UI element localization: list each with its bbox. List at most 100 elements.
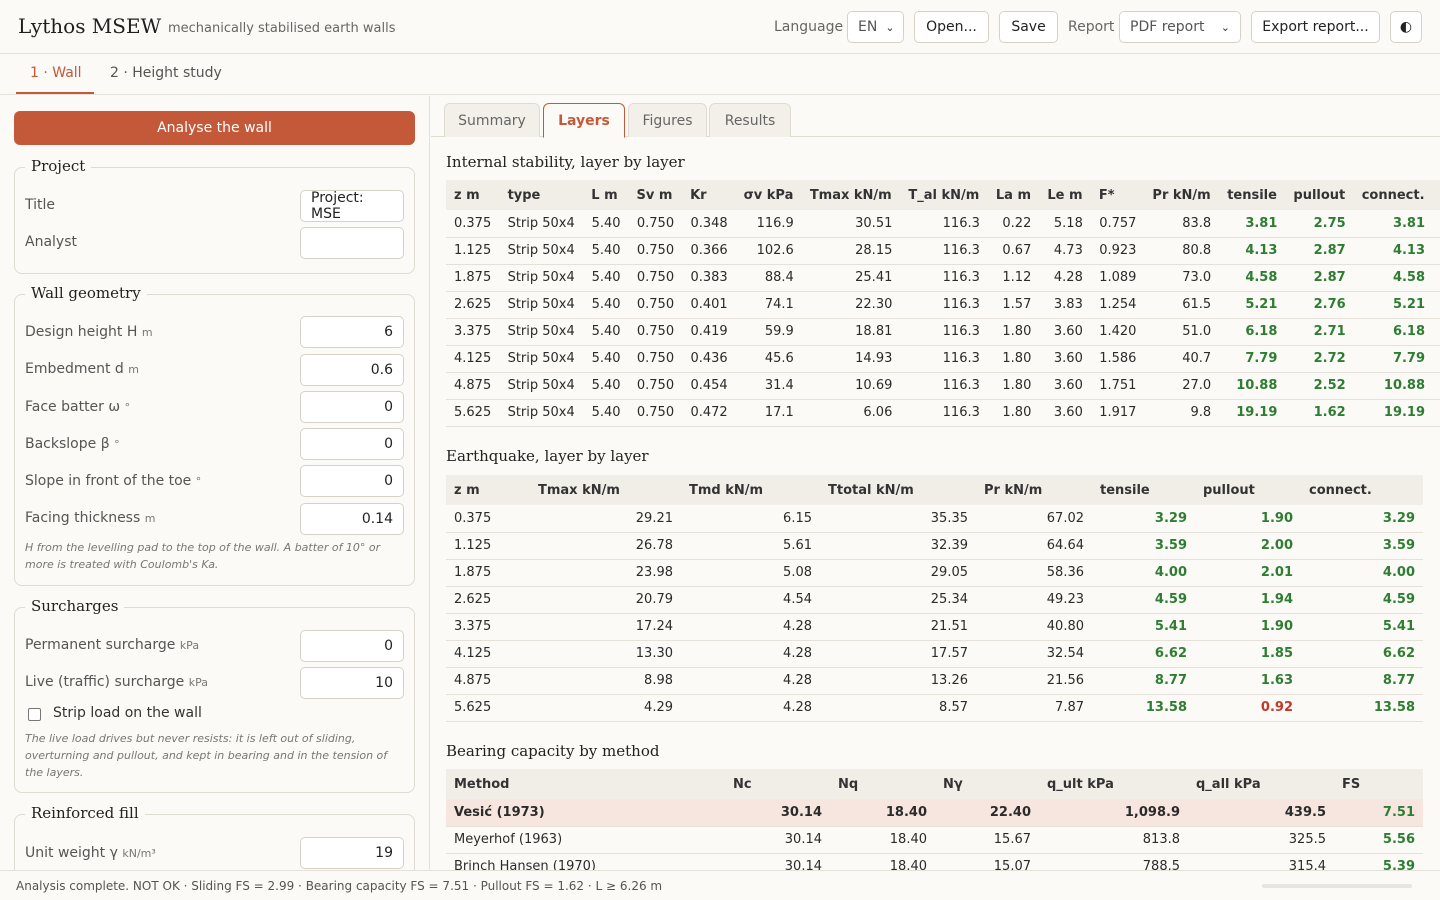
- tab-height-study[interactable]: 2 · Height study: [110, 65, 222, 81]
- table-cell: 21.51: [820, 613, 976, 641]
- main-tabs: 1 · Wall 2 · Height study: [0, 55, 1440, 95]
- active-tab-indicator: [16, 92, 94, 94]
- table-cell: 5.39: [1334, 853, 1423, 870]
- col-type: type: [499, 180, 584, 210]
- table-cell: 1.420: [1090, 318, 1145, 346]
- table-cell: 4.28: [681, 640, 820, 668]
- table-cell: 67.02: [976, 505, 1092, 533]
- col-tmax: Tmax kN/m: [530, 475, 681, 505]
- table-cell: 13.58: [1301, 694, 1423, 722]
- col-pullout: pullout: [1195, 475, 1301, 505]
- table-cell: 4.54: [681, 586, 820, 614]
- table-cell: 5.40: [583, 210, 629, 238]
- table-cell: 30.14: [725, 826, 830, 854]
- tab-summary[interactable]: Summary: [444, 103, 540, 137]
- results-panel: Summary Layers Figures Results Internal …: [431, 96, 1440, 870]
- table-cell: 29.21: [530, 505, 681, 533]
- col-pullout: pullout: [1285, 180, 1354, 210]
- table-cell: Brinch Hansen (1970): [446, 853, 725, 870]
- table-row: 2.625 20.79 4.54 25.34 49.23 4.59 1.94 4.59: [446, 586, 1423, 614]
- table-cell: 17.57: [820, 640, 976, 668]
- table-cell: 5.40: [583, 345, 629, 373]
- col-le: Le m: [1039, 180, 1091, 210]
- language-select[interactable]: EN ⌄: [847, 11, 904, 43]
- table-cell: 0.750: [628, 210, 683, 238]
- table-cell: 19.19: [1353, 399, 1434, 427]
- horizontal-scrollbar[interactable]: [1262, 884, 1412, 888]
- title-input[interactable]: Project: MSE: [300, 190, 404, 222]
- input-panel: Analyse the wall Project Title Project: …: [0, 96, 430, 870]
- table-cell: 2.625: [446, 586, 530, 614]
- table-cell: 0.750: [628, 237, 683, 265]
- analyst-input[interactable]: [300, 227, 404, 259]
- analyse-button[interactable]: Analyse the wall: [14, 111, 415, 145]
- table-cell: 31.4: [735, 372, 802, 400]
- table-cell: 116.3: [900, 237, 988, 265]
- theme-toggle-icon[interactable]: ◐: [1390, 11, 1422, 43]
- table-cell: 1.90: [1195, 505, 1301, 533]
- table-cell: 0.383: [682, 264, 736, 292]
- col-connect: connect.: [1353, 180, 1434, 210]
- tab-figures[interactable]: Figures: [628, 103, 707, 137]
- open-button[interactable]: Open...: [914, 11, 989, 43]
- table-cell: 4.28: [681, 667, 820, 695]
- unit-weight-input[interactable]: 19: [300, 837, 404, 869]
- tab-wall[interactable]: 1 · Wall: [30, 65, 82, 81]
- table-cell: 27.0: [1144, 372, 1220, 400]
- report-format-select[interactable]: PDF report ⌄: [1119, 11, 1241, 43]
- table-cell: 6.15: [681, 505, 820, 533]
- table-cell: 64.64: [976, 532, 1092, 560]
- tab-results[interactable]: Results: [709, 103, 791, 137]
- analyst-label: Analyst: [25, 234, 77, 250]
- table-row: 4.125 Strip 50x4 5.40 0.750 0.436 45.6 14.93 11…: [446, 345, 1440, 373]
- earthquake-table: z m Tmax kN/m Tmd kN/m Ttotal kN/m Pr kN…: [446, 475, 1423, 722]
- table-cell: 5.61: [681, 532, 820, 560]
- table-cell: 1.90: [1195, 613, 1301, 641]
- table-cell: 3.59: [1301, 532, 1423, 560]
- table-cell: 0.419: [682, 318, 736, 346]
- facing-thickness-input[interactable]: 0.14: [300, 503, 404, 535]
- table-cell: 13.26: [820, 667, 976, 695]
- table-cell: Meyerhof (1963): [446, 826, 725, 854]
- surcharges-fieldset: Surcharges Permanent surcharge kPa 0 Liv…: [14, 597, 415, 793]
- table-cell: [1433, 210, 1440, 238]
- table-cell: 0.401: [682, 291, 736, 319]
- table-cell: 5.41: [1301, 613, 1423, 641]
- backslope-input[interactable]: 0: [300, 428, 404, 460]
- geometry-note: H from the levelling pad to the top of t…: [25, 541, 381, 571]
- embedment-input[interactable]: 0.6: [300, 354, 404, 386]
- table-cell: Vesić (1973): [446, 799, 725, 827]
- face-batter-input[interactable]: 0: [300, 391, 404, 423]
- table-cell: 13.30: [530, 640, 681, 668]
- table-cell: 102.6: [735, 237, 802, 265]
- permanent-surcharge-input[interactable]: 0: [300, 630, 404, 662]
- col-tensile: tensile: [1219, 180, 1286, 210]
- table-cell: 49.23: [976, 586, 1092, 614]
- table-cell: 4.28: [681, 613, 820, 641]
- toe-slope-input[interactable]: 0: [300, 465, 404, 497]
- table-cell: 22.30: [801, 291, 901, 319]
- table-header-row: Method Nc Nq Nγ q_ult kPa q_all kPa FS: [446, 769, 1423, 799]
- table-cell: 116.3: [900, 264, 988, 292]
- table-row: 3.375 17.24 4.28 21.51 40.80 5.41 1.90 5.41: [446, 613, 1423, 641]
- design-height-input[interactable]: 6: [300, 316, 404, 348]
- table-cell: 0.67: [987, 237, 1040, 265]
- save-button[interactable]: Save: [999, 11, 1058, 43]
- table-cell: 17.24: [530, 613, 681, 641]
- col-l: L m: [583, 180, 629, 210]
- table-cell: 1.57: [987, 291, 1040, 319]
- live-surcharge-input[interactable]: 10: [300, 667, 404, 699]
- table-cell: 30.51: [801, 210, 901, 238]
- table-cell: 15.67: [935, 826, 1039, 854]
- table-cell: 40.80: [976, 613, 1092, 641]
- tab-layers[interactable]: Layers: [543, 103, 625, 138]
- col-tensile: tensile: [1092, 475, 1195, 505]
- export-report-button[interactable]: Export report...: [1251, 11, 1380, 43]
- table-cell: 3.375: [446, 613, 530, 641]
- table-cell: 6.62: [1092, 640, 1195, 668]
- strip-load-checkbox[interactable]: [28, 708, 41, 721]
- table-cell: 0.375: [446, 505, 530, 533]
- table-cell: 1.125: [446, 237, 500, 265]
- table-cell: 3.375: [446, 318, 500, 346]
- table-cell: 4.29: [530, 694, 681, 722]
